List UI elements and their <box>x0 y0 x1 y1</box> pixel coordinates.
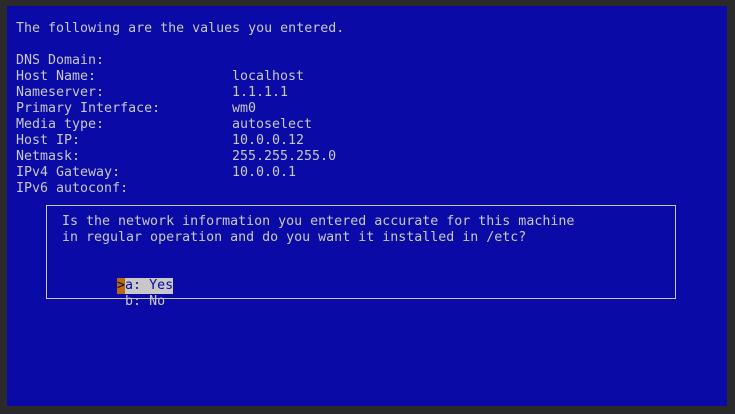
dialog-question-line-1: Is the network information you entered a… <box>62 214 575 229</box>
field-value: 255.255.255.0 <box>232 149 337 164</box>
confirm-dialog: Is the network information you entered a… <box>46 205 676 309</box>
field-value: 10.0.0.1 <box>232 165 297 180</box>
field-label: IPv4 Gateway: <box>16 165 121 180</box>
field-label: Host IP: <box>16 133 81 148</box>
console-screen: The following are the values you entered… <box>7 6 727 406</box>
field-netmask: Netmask: 255.255.255.0 <box>16 149 336 165</box>
field-label: IPv6 autoconf: <box>16 181 129 196</box>
field-dns-domain: DNS Domain: <box>16 53 104 69</box>
monitor-frame: The following are the values you entered… <box>0 0 735 414</box>
field-nameserver: Nameserver: 1.1.1.1 <box>16 85 288 101</box>
field-label: Netmask: <box>16 149 81 164</box>
field-host-name: Host Name: localhost <box>16 69 304 85</box>
field-ipv4-gateway: IPv4 Gateway: 10.0.0.1 <box>16 165 296 181</box>
field-value: wm0 <box>232 101 257 116</box>
field-label: Host Name: <box>16 69 97 84</box>
field-ipv6-autoconf: IPv6 autoconf: <box>16 181 128 197</box>
field-value: 1.1.1.1 <box>232 85 289 100</box>
field-host-ip: Host IP: 10.0.0.12 <box>16 133 304 149</box>
field-media-type: Media type: autoselect <box>16 117 312 133</box>
option-yes[interactable]: >a: Yes <box>53 262 174 294</box>
field-label: Media type: <box>16 117 105 132</box>
field-label: Primary Interface: <box>16 101 161 116</box>
option-no[interactable]: b: No <box>53 278 165 309</box>
field-value: autoselect <box>232 117 313 132</box>
dialog-question-line-2: in regular operation and do you want it … <box>62 230 527 245</box>
field-value: localhost <box>232 69 305 84</box>
summary-heading: The following are the values you entered… <box>16 21 345 36</box>
field-primary-interface: Primary Interface: wm0 <box>16 101 256 117</box>
option-indent <box>117 294 125 310</box>
field-value: 10.0.0.12 <box>232 133 305 148</box>
field-label: Nameserver: <box>16 85 105 100</box>
option-no-label[interactable]: b: No <box>125 294 165 310</box>
field-label: DNS Domain: <box>16 53 105 68</box>
